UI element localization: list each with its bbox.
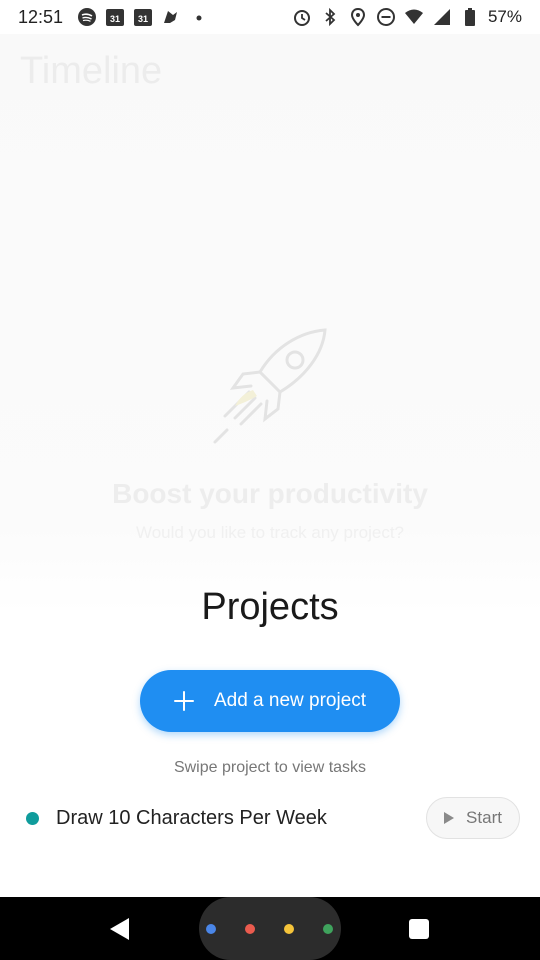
assistant-dot-green [323,924,333,934]
bluetooth-icon [320,7,340,27]
project-color-dot [26,811,39,825]
add-project-label: Add a new project [213,690,367,711]
navigation-bar [0,897,540,960]
dot-icon [189,7,209,27]
project-name: Draw 10 Characters Per Week [56,806,327,829]
spotify-icon [77,7,97,27]
alarm-icon [292,7,312,27]
signal-icon [432,7,452,27]
back-icon[interactable] [110,918,129,940]
home-button[interactable] [199,897,341,960]
location-icon [348,7,368,27]
assistant-dot-red [245,924,255,934]
rocket-icon [205,322,335,452]
swipe-hint: Swipe project to view tasks [173,759,367,776]
clock: 12:51 [18,6,64,27]
assistant-dot-blue [206,924,216,934]
status-bar-left: 12:51 31 31 [18,7,209,28]
project-row[interactable]: Draw 10 Characters Per Week Start [0,792,540,844]
plus-icon [173,691,194,711]
calendar-icon: 31 [105,7,125,27]
svg-text:31: 31 [110,14,120,24]
dnd-icon [376,7,396,27]
app-icon [161,7,181,27]
background-headline: Boost your productivity [112,478,428,509]
recents-icon[interactable] [409,919,429,939]
start-project-button[interactable]: Start [426,797,520,839]
battery-percentage: 57% [487,7,522,26]
status-bar-right: 57% [292,7,522,27]
timeline-title: Timeline [20,50,163,92]
wifi-icon [404,7,424,27]
battery-icon [460,7,480,27]
assistant-dot-yellow [284,924,294,934]
start-label: Start [466,808,502,827]
page-title: Projects [201,586,339,628]
play-icon [444,812,455,824]
calendar-icon: 31 [133,7,153,27]
status-bar: 12:51 31 31 57% [0,0,540,34]
svg-text:31: 31 [138,14,148,24]
background-subtitle: Would you like to track any project? [135,523,405,542]
add-project-button[interactable]: Add a new project [140,670,400,732]
